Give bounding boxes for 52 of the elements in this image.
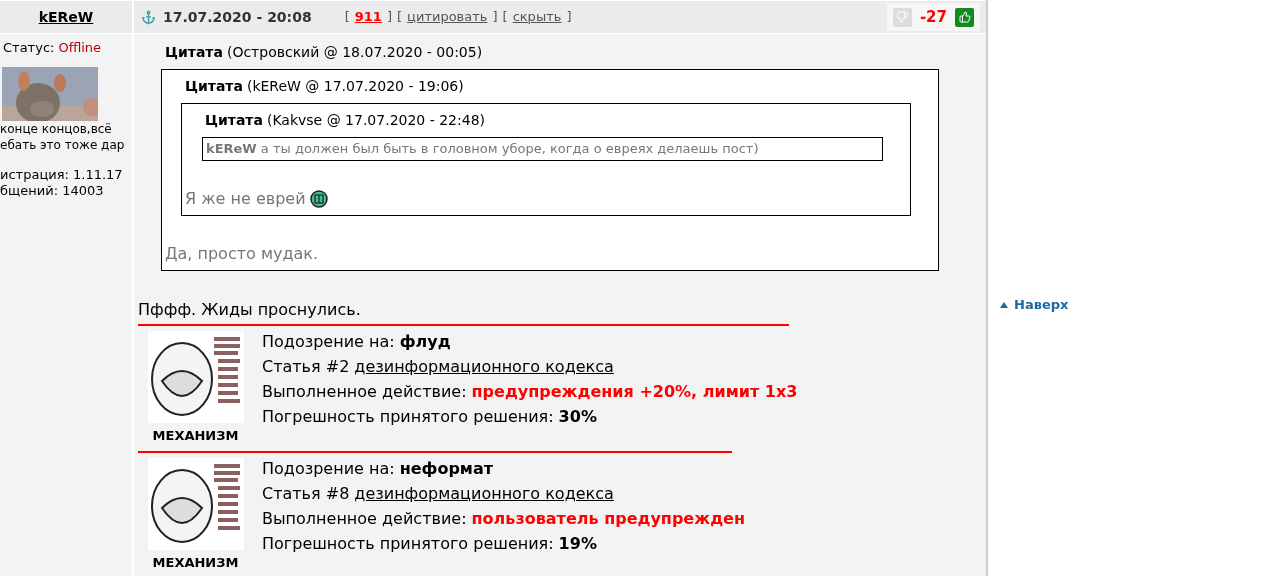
username-link[interactable]: kEReW xyxy=(38,6,94,28)
bracket: ] xyxy=(492,8,498,27)
article-label: Статья #2 xyxy=(262,355,350,378)
quote-meta: (Островский @ 18.07.2020 - 00:05) xyxy=(226,43,483,62)
mechanism-caption: МЕХАНИЗМ xyxy=(152,554,239,572)
rating-value: -27 xyxy=(919,6,947,28)
quote-text: kEReW а ты должен был быть в головном уборе, когда о евреях делаешь пост) xyxy=(206,140,759,158)
quote-label: Цитата xyxy=(165,43,223,62)
error-value: 19% xyxy=(558,533,597,555)
registration-date: истрация: 1.11.17 xyxy=(0,166,124,183)
quote-meta: (Kakvse @ 17.07.2020 - 22:48) xyxy=(266,111,485,130)
code-link[interactable]: дезинформационного кодекса xyxy=(354,481,614,506)
post-text: Пффф. Жиды проснулись. xyxy=(138,298,362,321)
quote-text: Да, просто мудак. xyxy=(165,242,319,265)
action-value: предупреждения +20%, лимит 1x3 xyxy=(471,380,798,403)
status-label: Статус: xyxy=(3,39,55,57)
post-action-link[interactable]: цитировать xyxy=(407,7,488,27)
status-value: Offline xyxy=(58,39,102,57)
quote-label: Цитата xyxy=(185,77,243,96)
post-action-link[interactable]: скрыть xyxy=(512,7,562,27)
signature-line: ебать это тоже дар xyxy=(0,136,126,153)
quote-text: Я же не еврей xyxy=(185,187,306,210)
error-label: Погрешность принятого решения: xyxy=(262,405,554,428)
article-label: Статья #8 xyxy=(262,483,350,505)
error-label: Погрешность принятого решения: xyxy=(262,533,554,555)
suspicion-value: неформат xyxy=(399,458,493,480)
code-link[interactable]: дезинформационного кодекса xyxy=(354,353,614,379)
quote-meta: (kEReW @ 17.07.2020 - 19:06) xyxy=(246,77,464,96)
suspicion-label: Подозрение на: xyxy=(262,458,395,480)
post-number-link[interactable]: 911 xyxy=(354,7,382,27)
suspicion-value: флуд xyxy=(399,330,451,353)
action-label: Выполненное действие: xyxy=(262,508,467,530)
action-value: пользователь предупрежден xyxy=(471,508,745,530)
error-value: 30% xyxy=(558,405,597,428)
back-to-top-link[interactable]: Наверх xyxy=(1000,295,1274,315)
smiley-icon xyxy=(309,189,328,208)
post-count: бщений: 14003 xyxy=(0,182,105,199)
thumbs-up-button[interactable] xyxy=(955,7,974,27)
mechanism-caption: МЕХАНИЗМ xyxy=(152,426,239,445)
anchor-icon[interactable] xyxy=(141,9,156,25)
quote-label: Цитата xyxy=(205,111,263,130)
signature-line: конце концов,всё xyxy=(0,120,113,137)
bracket: [ xyxy=(502,8,508,27)
post-date: 17.07.2020 - 20:08 xyxy=(163,7,312,27)
bracket: [ xyxy=(397,8,403,27)
bracket: ] xyxy=(566,8,572,27)
bracket: ] xyxy=(386,8,392,27)
action-label: Выполненное действие: xyxy=(262,380,467,403)
thumbs-down-button[interactable] xyxy=(892,7,912,27)
bracket: [ xyxy=(344,8,350,27)
up-arrow-icon xyxy=(1000,301,1008,308)
suspicion-label: Подозрение на: xyxy=(262,330,395,353)
